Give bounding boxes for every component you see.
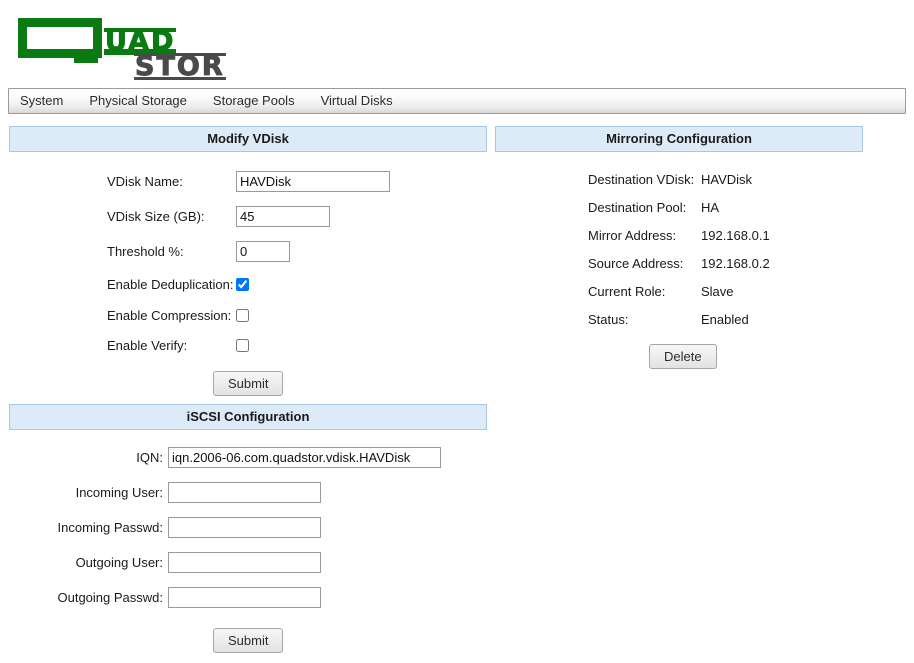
destination-vdisk-value: HAVDisk xyxy=(701,171,753,187)
vdisk-name-input[interactable] xyxy=(236,170,390,192)
quadstor-logo: UAD STOR xyxy=(18,16,248,81)
source-address-value: 192.168.0.2 xyxy=(701,255,770,271)
outgoing-passwd-row: Outgoing Passwd: xyxy=(53,587,321,608)
destination-vdisk-label: Destination VDisk: xyxy=(588,171,695,187)
branding-header: UAD STOR xyxy=(0,0,914,86)
nav-item-physical-storage[interactable]: Physical Storage xyxy=(76,89,200,113)
logo-text-stor-label: STOR xyxy=(134,51,226,82)
enable-deduplication-label: Enable Deduplication: xyxy=(107,276,234,292)
enable-compression-row: Enable Compression: xyxy=(107,305,249,325)
enable-compression-label: Enable Compression: xyxy=(107,307,232,323)
source-address-label: Source Address: xyxy=(588,255,684,271)
incoming-passwd-label: Incoming Passwd: xyxy=(57,520,164,535)
enable-verify-checkbox[interactable] xyxy=(236,338,249,352)
destination-vdisk-row: Destination VDisk: HAVDisk xyxy=(588,170,752,188)
enable-compression-checkbox[interactable] xyxy=(236,308,249,322)
current-role-label: Current Role: xyxy=(588,283,666,299)
iqn-input[interactable] xyxy=(168,447,441,468)
incoming-user-label: Incoming User: xyxy=(75,485,163,500)
threshold-input[interactable] xyxy=(236,240,290,262)
mirror-status-label: Status: xyxy=(588,311,629,327)
modify-vdisk-panel-title: Modify VDisk xyxy=(9,126,487,152)
mirror-address-row: Mirror Address: 192.168.0.1 xyxy=(588,226,770,244)
outgoing-user-row: Outgoing User: xyxy=(53,552,321,573)
logo-text-stor: STOR xyxy=(134,51,226,82)
nav-item-system[interactable]: System xyxy=(9,89,76,113)
incoming-passwd-row: Incoming Passwd: xyxy=(53,517,321,538)
vdisk-name-row: VDisk Name: xyxy=(107,170,390,192)
incoming-user-row: Incoming User: xyxy=(53,482,321,503)
nav-item-virtual-disks[interactable]: Virtual Disks xyxy=(308,89,406,113)
threshold-label: Threshold %: xyxy=(107,243,184,259)
main-navigation-bar: System Physical Storage Storage Pools Vi… xyxy=(8,88,906,114)
incoming-user-input[interactable] xyxy=(168,482,321,503)
source-address-row: Source Address: 192.168.0.2 xyxy=(588,254,770,272)
iscsi-submit-button[interactable]: Submit xyxy=(213,628,284,653)
destination-pool-label: Destination Pool: xyxy=(588,199,687,215)
vdisk-name-label: VDisk Name: xyxy=(107,173,183,189)
destination-pool-value: HA xyxy=(701,199,720,215)
nav-item-storage-pools[interactable]: Storage Pools xyxy=(200,89,308,113)
mirror-address-label: Mirror Address: xyxy=(588,227,677,243)
vdisk-size-row: VDisk Size (GB): xyxy=(107,205,330,227)
enable-deduplication-checkbox[interactable] xyxy=(236,277,249,291)
outgoing-user-label: Outgoing User: xyxy=(75,555,163,570)
enable-deduplication-row: Enable Deduplication: xyxy=(107,274,249,294)
enable-verify-row: Enable Verify: xyxy=(107,335,249,355)
outgoing-user-input[interactable] xyxy=(168,552,321,573)
incoming-passwd-input[interactable] xyxy=(168,517,321,538)
destination-pool-row: Destination Pool: HA xyxy=(588,198,719,216)
iscsi-panel-title: iSCSI Configuration xyxy=(9,404,487,430)
current-role-row: Current Role: Slave xyxy=(588,282,734,300)
outgoing-passwd-label: Outgoing Passwd: xyxy=(57,590,163,605)
delete-mirror-button[interactable]: Delete xyxy=(649,344,717,369)
vdisk-size-input[interactable] xyxy=(236,205,330,227)
nav-list: System Physical Storage Storage Pools Vi… xyxy=(9,89,905,113)
iqn-row: IQN: xyxy=(53,447,441,468)
vdisk-size-label: VDisk Size (GB): xyxy=(107,208,205,224)
outgoing-passwd-input[interactable] xyxy=(168,587,321,608)
modify-vdisk-submit-button[interactable]: Submit xyxy=(213,371,284,396)
logo-q-glyph xyxy=(18,18,102,58)
threshold-row: Threshold %: xyxy=(107,240,290,262)
logo-q-tail xyxy=(74,56,98,63)
iqn-label: IQN: xyxy=(136,450,163,465)
mirroring-panel-title: Mirroring Configuration xyxy=(495,126,863,152)
mirror-status-row: Status: Enabled xyxy=(588,310,749,328)
mirror-status-value: Enabled xyxy=(701,311,749,327)
current-role-value: Slave xyxy=(701,283,734,299)
enable-verify-label: Enable Verify: xyxy=(107,337,188,353)
mirror-address-value: 192.168.0.1 xyxy=(701,227,770,243)
